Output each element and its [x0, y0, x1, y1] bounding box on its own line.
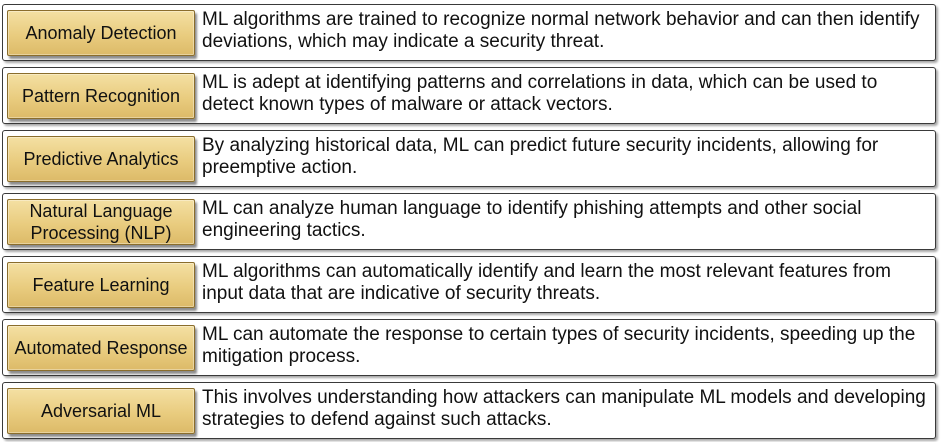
term-label: Anomaly Detection [7, 10, 195, 56]
list-item-pattern-recognition: Pattern Recognition ML is adept at ident… [2, 67, 936, 124]
term-label: Pattern Recognition [7, 73, 195, 119]
term-label: Predictive Analytics [7, 136, 195, 182]
list-item-feature-learning: Feature Learning ML algorithms can autom… [2, 256, 936, 313]
list-item-automated-response: Automated Response ML can automate the r… [2, 319, 936, 376]
term-description: ML algorithms can automatically identify… [202, 261, 891, 304]
ml-security-list: Anomaly Detection ML algorithms are trai… [0, 0, 942, 442]
term-description: ML is adept at identifying patterns and … [202, 72, 878, 115]
term-label: Automated Response [7, 325, 195, 371]
list-item-nlp: Natural Language Processing (NLP) ML can… [2, 193, 936, 250]
term-description: By analyzing historical data, ML can pre… [202, 135, 879, 178]
term-description: ML can analyze human language to identif… [202, 198, 862, 241]
list-item-anomaly-detection: Anomaly Detection ML algorithms are trai… [2, 4, 936, 61]
term-description: ML algorithms are trained to recognize n… [202, 9, 920, 52]
term-description: ML can automate the response to certain … [202, 324, 916, 367]
term-label: Feature Learning [7, 262, 195, 308]
list-item-adversarial-ml: Adversarial ML This involves understandi… [2, 382, 936, 439]
term-label: Adversarial ML [7, 388, 195, 434]
term-label: Natural Language Processing (NLP) [7, 199, 195, 245]
list-item-predictive-analytics: Predictive Analytics By analyzing histor… [2, 130, 936, 187]
term-description: This involves understanding how attacker… [202, 387, 926, 430]
